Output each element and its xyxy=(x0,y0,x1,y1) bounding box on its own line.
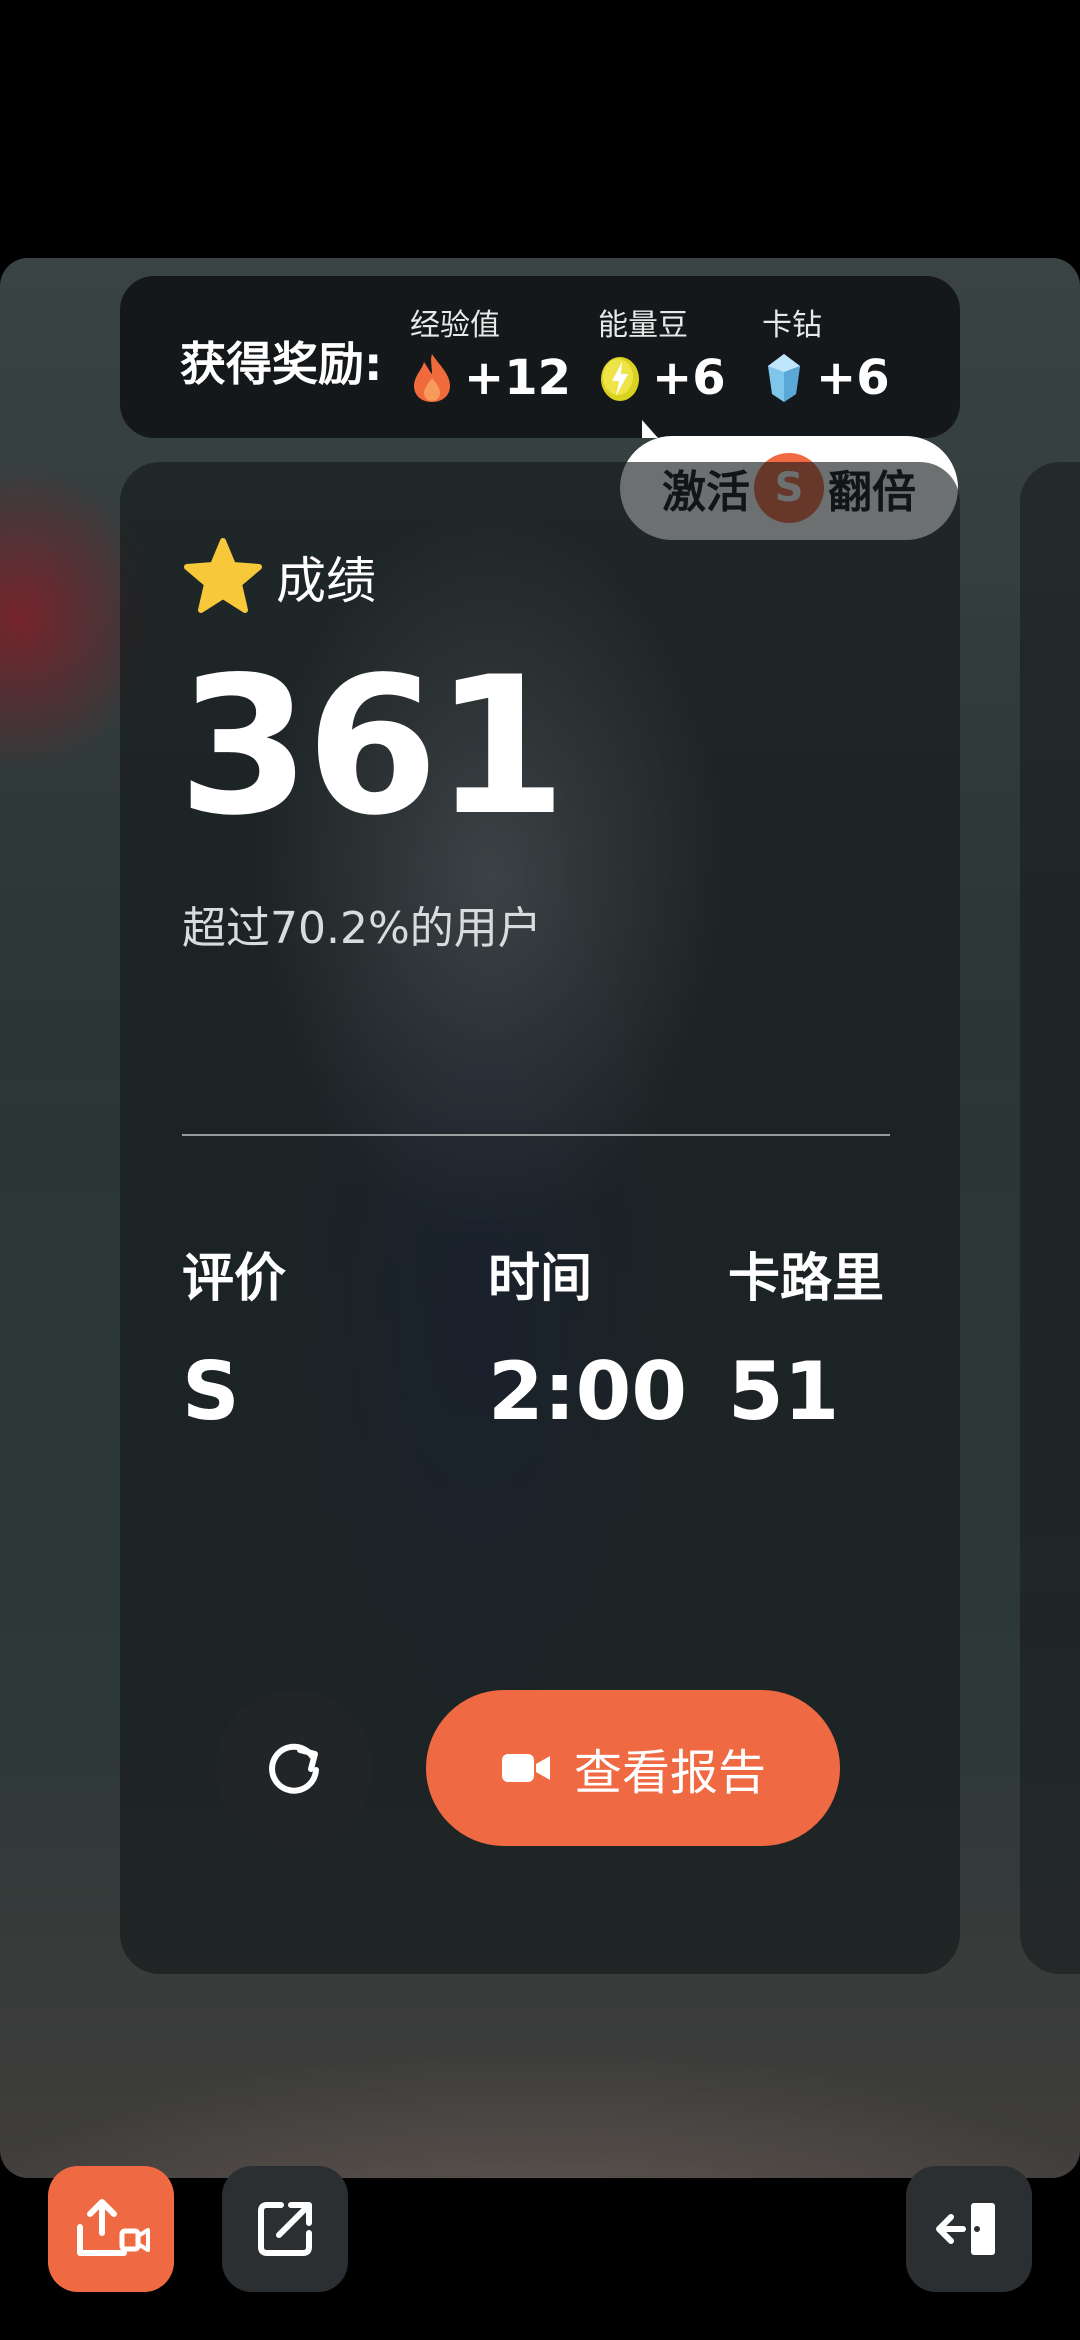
next-card-edge[interactable] xyxy=(1020,462,1080,1974)
view-report-label: 查看报告 xyxy=(573,1745,766,1801)
exit-button[interactable] xyxy=(906,2166,1032,2292)
stat-calories-label: 卡路里 xyxy=(728,1249,885,1309)
stat-time: 时间 2:00 xyxy=(488,1236,687,1438)
percentile-text: 超过70.2%的用户 xyxy=(182,903,542,954)
open-external-button[interactable] xyxy=(222,2166,348,2292)
refresh-icon xyxy=(269,1743,319,1794)
stat-rating-label: 评价 xyxy=(182,1249,287,1309)
reward-diamond-value: +6 xyxy=(816,350,890,406)
stat-calories-value: 51 xyxy=(728,1345,840,1438)
result-card: 成绩 361 超过70.2%的用户 评价 S 时间 2:00 卡路里 51 查看… xyxy=(120,462,960,1974)
reward-exp-value: +12 xyxy=(464,350,572,406)
score-label: 成绩 xyxy=(276,552,376,610)
reward-exp-label: 经验值 xyxy=(410,308,500,343)
external-link-icon xyxy=(258,2202,312,2256)
video-camera-icon xyxy=(501,1754,550,1782)
divider xyxy=(182,1134,890,1136)
flame-icon xyxy=(414,354,450,402)
reward-energy-label: 能量豆 xyxy=(598,308,688,343)
reward-diamond-label: 卡钻 xyxy=(762,308,822,343)
rewards-bar: 获得奖励: 经验值 +12 能量豆 +6 卡钻 +6 xyxy=(120,276,960,438)
stat-time-value: 2:00 xyxy=(488,1345,687,1438)
diamond-icon xyxy=(768,354,800,402)
score-value: 361 xyxy=(178,636,567,857)
share-video-button[interactable] xyxy=(48,2166,174,2292)
stat-time-label: 时间 xyxy=(488,1249,593,1309)
exit-door-icon xyxy=(936,2203,995,2255)
view-report-button[interactable]: 查看报告 xyxy=(426,1690,840,1846)
reward-energy-value: +6 xyxy=(652,350,726,406)
stat-rating: 评价 S xyxy=(182,1236,286,1438)
rewards-title: 获得奖励: xyxy=(180,337,383,391)
stat-calories: 卡路里 51 xyxy=(728,1236,884,1438)
energy-bean-icon xyxy=(601,357,639,401)
stat-rating-value: S xyxy=(182,1345,240,1438)
share-video-icon xyxy=(77,2199,150,2256)
score-header: 成绩 xyxy=(182,538,376,616)
star-icon xyxy=(184,538,262,613)
retry-button[interactable] xyxy=(216,1690,372,1846)
